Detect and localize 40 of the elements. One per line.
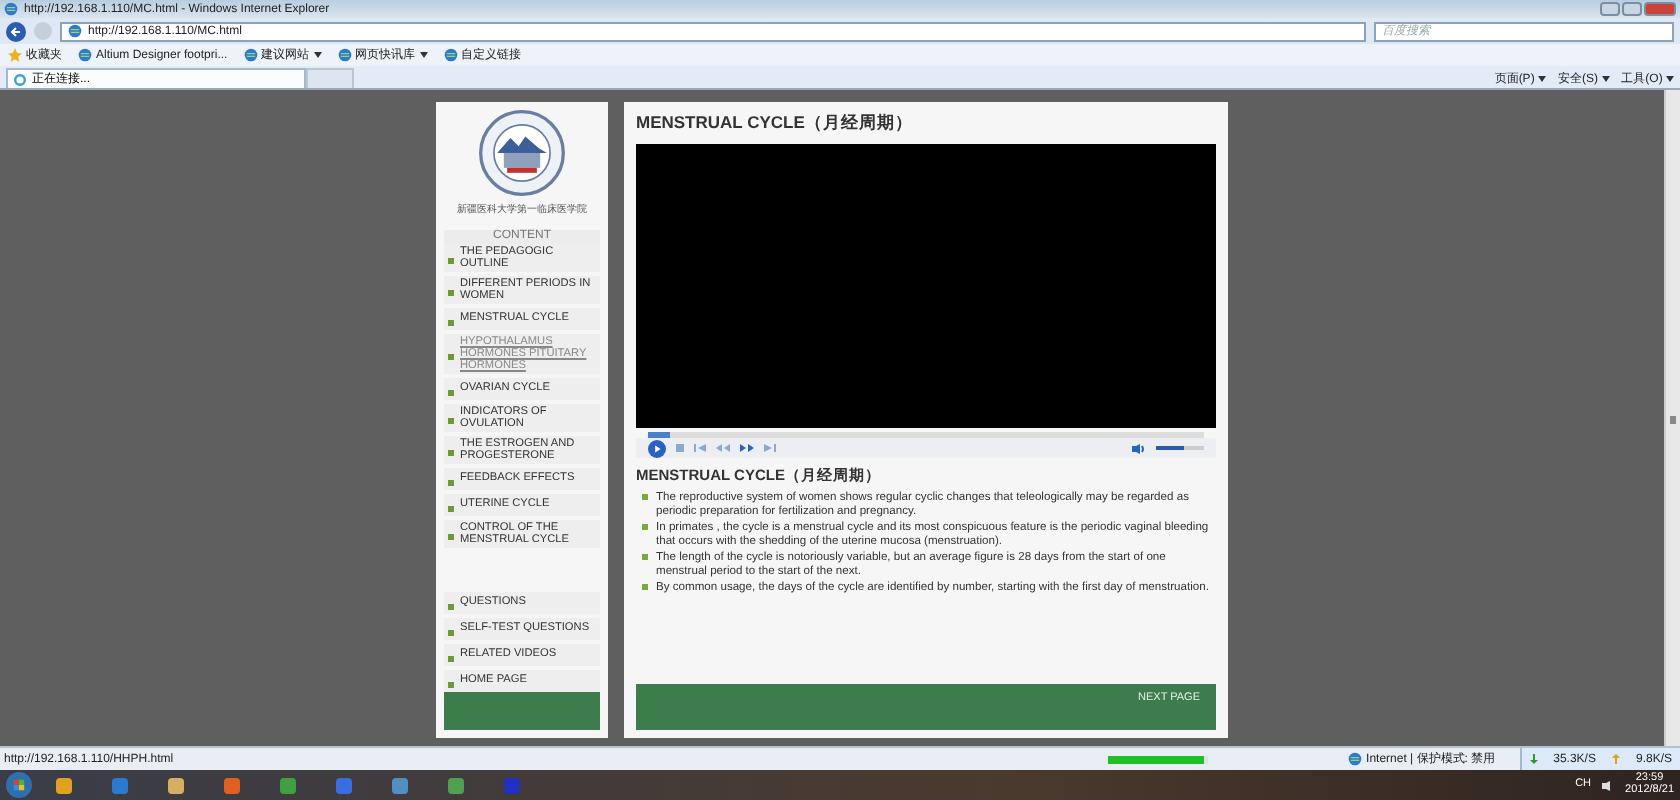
- previous-icon[interactable]: [694, 444, 706, 452]
- app-icon: [390, 775, 410, 795]
- maximize-button[interactable]: [1622, 2, 1642, 16]
- page-icon: [68, 24, 82, 38]
- start-button[interactable]: [6, 772, 32, 798]
- app-icon: [166, 775, 186, 795]
- play-button[interactable]: [648, 439, 666, 457]
- caret-icon: [1537, 75, 1546, 81]
- loading-icon: [14, 73, 26, 85]
- page-title: MENSTRUAL CYCLE（月经周期）: [636, 112, 915, 136]
- rewind-icon[interactable]: [716, 444, 730, 452]
- scrollbar[interactable]: [1664, 90, 1680, 746]
- star-icon: [8, 48, 22, 62]
- progress-bar: [1108, 755, 1209, 763]
- browser-icon: [4, 2, 18, 16]
- next-icon[interactable]: [764, 444, 776, 452]
- globe-icon: [1348, 752, 1363, 766]
- app-icon: [334, 775, 354, 795]
- page-icon: [78, 48, 92, 62]
- back-icon[interactable]: [6, 21, 26, 41]
- caret-icon: [419, 52, 428, 58]
- app-icon: [110, 775, 130, 795]
- fast-forward-icon[interactable]: [740, 444, 754, 452]
- caret-icon: [1601, 75, 1610, 81]
- app-icon: [222, 775, 242, 795]
- minimize-button[interactable]: [1600, 2, 1620, 16]
- page-icon: [337, 48, 352, 62]
- app-icon: [278, 775, 298, 795]
- caret-icon: [1666, 75, 1674, 81]
- close-button[interactable]: [1644, 2, 1676, 16]
- speaker-icon[interactable]: [1601, 779, 1616, 791]
- app-icon: [54, 775, 74, 795]
- page-icon: [443, 48, 458, 62]
- app-icon: [502, 775, 522, 795]
- download-arrow-icon: [1529, 754, 1538, 764]
- caret-icon: [313, 52, 322, 58]
- volume-icon[interactable]: [1132, 443, 1146, 453]
- app-icon: [446, 775, 466, 795]
- upload-arrow-icon: [1611, 754, 1620, 764]
- page-icon: [243, 48, 258, 62]
